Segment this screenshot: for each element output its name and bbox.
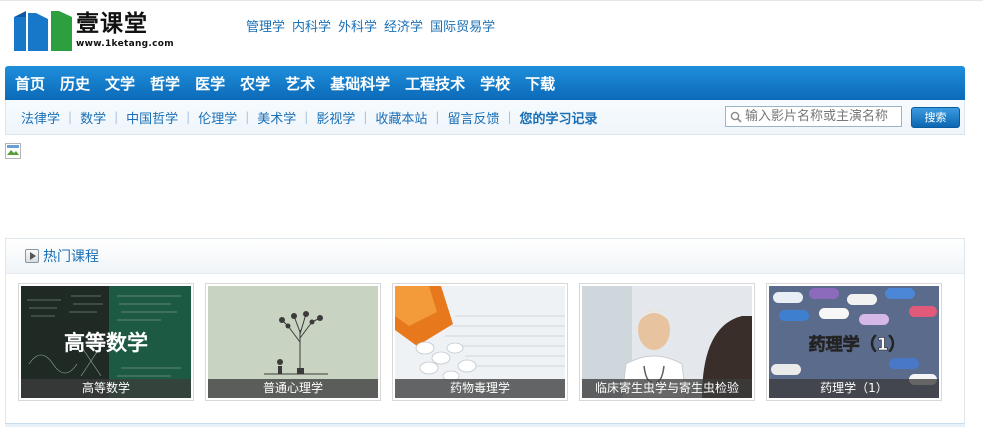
top-link-management[interactable]: 管理学 <box>246 16 285 35</box>
course-card[interactable]: 临床寄生虫学与寄生虫检验 <box>579 283 755 401</box>
divider: | <box>507 110 512 124</box>
course-caption[interactable]: 高等数学 <box>21 379 191 398</box>
hot-courses-header: 热门课程 <box>6 239 964 274</box>
logo-url: www.1ketang.com <box>76 39 174 49</box>
top-link-economics[interactable]: 经济学 <box>384 16 423 35</box>
divider: | <box>435 110 440 124</box>
site-logo[interactable]: 壹课堂 www.1ketang.com <box>14 10 174 54</box>
course-card[interactable]: 药物毒理学 <box>392 283 568 401</box>
logo-book-icon <box>14 11 72 51</box>
nav-philosophy[interactable]: 哲学 <box>150 73 180 94</box>
course-caption[interactable]: 临床寄生虫学与寄生虫检验 <box>582 379 752 398</box>
subnav-fine-arts[interactable]: 美术学 <box>257 108 296 127</box>
course-thumbnail[interactable]: 临床寄生虫学与寄生虫检验 <box>582 286 752 398</box>
site-header: 壹课堂 www.1ketang.com 管理学 内科学 外科学 经济学 国际贸易… <box>0 0 983 64</box>
nav-history[interactable]: 历史 <box>60 73 90 94</box>
hot-courses-panel: 热门课程 高等数学 高等数学 普通心理学 药物毒理学 临床寄生虫学与寄生虫检验 … <box>5 238 965 427</box>
course-thumbnail[interactable]: 药物毒理学 <box>395 286 565 398</box>
nav-engineering[interactable]: 工程技术 <box>405 73 465 94</box>
divider: | <box>245 110 250 124</box>
nav-medicine[interactable]: 医学 <box>195 73 225 94</box>
nav-agriculture[interactable]: 农学 <box>240 73 270 94</box>
top-link-surgery[interactable]: 外科学 <box>338 16 377 35</box>
thumbnail-title: 药理学（1） <box>809 334 906 355</box>
divider: | <box>304 110 309 124</box>
subnav-law[interactable]: 法律学 <box>21 108 60 127</box>
subnav-feedback[interactable]: 留言反馈 <box>447 108 499 127</box>
course-card[interactable]: 高等数学 高等数学 <box>18 283 194 401</box>
subnav-film[interactable]: 影视学 <box>316 108 355 127</box>
divider: | <box>186 110 191 124</box>
top-link-internal-medicine[interactable]: 内科学 <box>292 16 331 35</box>
course-thumbnail[interactable]: 普通心理学 <box>208 286 378 398</box>
top-links: 管理学 内科学 外科学 经济学 国际贸易学 <box>246 16 495 35</box>
search-input[interactable] <box>745 109 895 124</box>
course-caption[interactable]: 普通心理学 <box>208 379 378 398</box>
broken-image-icon <box>5 143 21 159</box>
logo-name: 壹课堂 <box>76 11 148 37</box>
hot-courses-title[interactable]: 热门课程 <box>43 246 99 266</box>
course-caption[interactable]: 药物毒理学 <box>395 379 565 398</box>
nav-home[interactable]: 首页 <box>15 73 45 94</box>
thumbnail-title: 高等数学 <box>64 331 148 355</box>
search-icon <box>730 111 742 123</box>
course-card[interactable]: 普通心理学 <box>205 283 381 401</box>
subnav-ethics[interactable]: 伦理学 <box>198 108 237 127</box>
divider: | <box>114 110 119 124</box>
nav-schools[interactable]: 学校 <box>480 73 510 94</box>
nav-literature[interactable]: 文学 <box>105 73 135 94</box>
course-list: 高等数学 高等数学 普通心理学 药物毒理学 临床寄生虫学与寄生虫检验 药理学（1… <box>18 283 942 401</box>
course-card[interactable]: 药理学（1） 药理学（1） <box>766 283 942 401</box>
subnav-chinese-philosophy[interactable]: 中国哲学 <box>126 108 178 127</box>
nav-download[interactable]: 下载 <box>525 73 555 94</box>
subnav-learning-history[interactable]: 您的学习记录 <box>520 108 598 127</box>
play-icon <box>25 249 39 263</box>
main-nav: 首页 历史 文学 哲学 医学 农学 艺术 基础科学 工程技术 学校 下载 <box>5 66 965 100</box>
top-link-intl-trade[interactable]: 国际贸易学 <box>430 16 495 35</box>
divider: | <box>68 110 73 124</box>
search-button[interactable]: 搜索 <box>911 107 960 128</box>
footer-strip <box>5 423 965 427</box>
nav-art[interactable]: 艺术 <box>285 73 315 94</box>
course-thumbnail[interactable]: 高等数学 高等数学 <box>21 286 191 398</box>
nav-basic-science[interactable]: 基础科学 <box>330 73 390 94</box>
subnav-math[interactable]: 数学 <box>80 108 106 127</box>
divider: | <box>363 110 368 124</box>
course-caption[interactable]: 药理学（1） <box>769 379 939 398</box>
sub-nav: 法律学 | 数学 | 中国哲学 | 伦理学 | 美术学 | 影视学 | 收藏本站 | 留言反馈… <box>5 100 965 135</box>
subnav-bookmark-site[interactable]: 收藏本站 <box>375 108 427 127</box>
course-thumbnail[interactable]: 药理学（1） 药理学（1） <box>769 286 939 398</box>
search-box <box>725 106 902 127</box>
